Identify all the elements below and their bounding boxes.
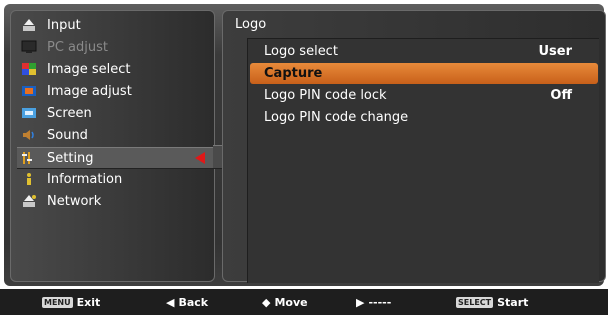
menu-item-image-adjust[interactable]: Image adjust bbox=[17, 81, 215, 101]
menu-label: Information bbox=[47, 171, 123, 187]
submenu-item-logo-pin-code-change[interactable]: Logo PIN code change bbox=[250, 107, 598, 128]
menu-label: Input bbox=[47, 17, 81, 33]
menu-item-pc-adjust[interactable]: PC adjust bbox=[17, 37, 215, 57]
left-arrow-icon: ◀ bbox=[166, 295, 175, 309]
menu-label: Screen bbox=[47, 105, 92, 121]
submenu-item-capture[interactable]: Capture bbox=[250, 63, 598, 84]
footer-back: ◀ Back bbox=[166, 296, 208, 309]
footer-next: ▶ ----- bbox=[356, 296, 391, 309]
menu-label: Sound bbox=[47, 127, 88, 143]
projector-osd-screen: Input PC adjust Image select Image adjus… bbox=[0, 0, 608, 315]
input-icon bbox=[21, 18, 37, 32]
menu-label: Image adjust bbox=[47, 83, 132, 99]
setting-icon bbox=[21, 151, 37, 165]
footer-start-label: Start bbox=[497, 295, 529, 309]
key-guide-footer: MENU Exit ◀ Back ◆ Move ▶ ----- SELECT S… bbox=[0, 289, 608, 315]
move-arrows-icon: ◆ bbox=[262, 295, 271, 309]
footer-move-label: Move bbox=[274, 295, 308, 309]
menu-label: Setting bbox=[47, 150, 94, 166]
submenu-item-value: User bbox=[538, 44, 572, 59]
information-icon bbox=[21, 172, 37, 186]
footer-exit: MENU Exit bbox=[42, 296, 100, 309]
screen-icon bbox=[21, 106, 37, 120]
image-adjust-icon bbox=[21, 84, 37, 98]
menu-item-screen[interactable]: Screen bbox=[17, 103, 215, 123]
main-menu-panel: Input PC adjust Image select Image adjus… bbox=[10, 10, 215, 282]
select-key-icon: SELECT bbox=[456, 296, 494, 308]
sound-icon bbox=[21, 128, 37, 142]
footer-exit-label: Exit bbox=[76, 295, 101, 309]
submenu-item-logo-select[interactable]: Logo select User bbox=[250, 41, 598, 62]
menu-key-icon: MENU bbox=[42, 296, 73, 308]
menu-label: Network bbox=[47, 193, 102, 209]
menu-item-input[interactable]: Input bbox=[17, 15, 215, 35]
submenu-item-logo-pin-code-lock[interactable]: Logo PIN code lock Off bbox=[250, 85, 598, 106]
submenu-title: Logo bbox=[235, 17, 267, 32]
footer-move: ◆ Move bbox=[262, 296, 308, 309]
menu-label: Image select bbox=[47, 61, 131, 77]
menu-item-information[interactable]: Information bbox=[17, 169, 215, 189]
logo-submenu-panel: Logo Logo select User Capture Logo PIN c… bbox=[222, 10, 606, 283]
menu-item-network[interactable]: Network bbox=[17, 191, 215, 211]
menu-item-setting[interactable]: Setting bbox=[17, 147, 215, 169]
footer-next-label: ----- bbox=[368, 295, 392, 309]
footer-back-label: Back bbox=[178, 295, 209, 309]
image-select-icon bbox=[21, 62, 37, 76]
submenu-item-label: Logo PIN code change bbox=[264, 110, 409, 125]
right-arrow-icon: ▶ bbox=[356, 295, 365, 309]
menu-item-image-select[interactable]: Image select bbox=[17, 59, 215, 79]
menu-label: PC adjust bbox=[47, 39, 108, 55]
submenu-list: Logo select User Capture Logo PIN code l… bbox=[247, 38, 599, 283]
submenu-item-label: Capture bbox=[264, 66, 323, 81]
network-icon bbox=[21, 194, 37, 208]
submenu-item-label: Logo PIN code lock bbox=[264, 88, 387, 103]
pc-adjust-icon bbox=[21, 40, 37, 54]
submenu-item-label: Logo select bbox=[264, 44, 338, 59]
submenu-item-value: Off bbox=[550, 88, 572, 103]
selection-pointer-icon bbox=[195, 152, 205, 164]
menu-item-sound[interactable]: Sound bbox=[17, 125, 215, 145]
footer-start: SELECT Start bbox=[456, 296, 528, 309]
